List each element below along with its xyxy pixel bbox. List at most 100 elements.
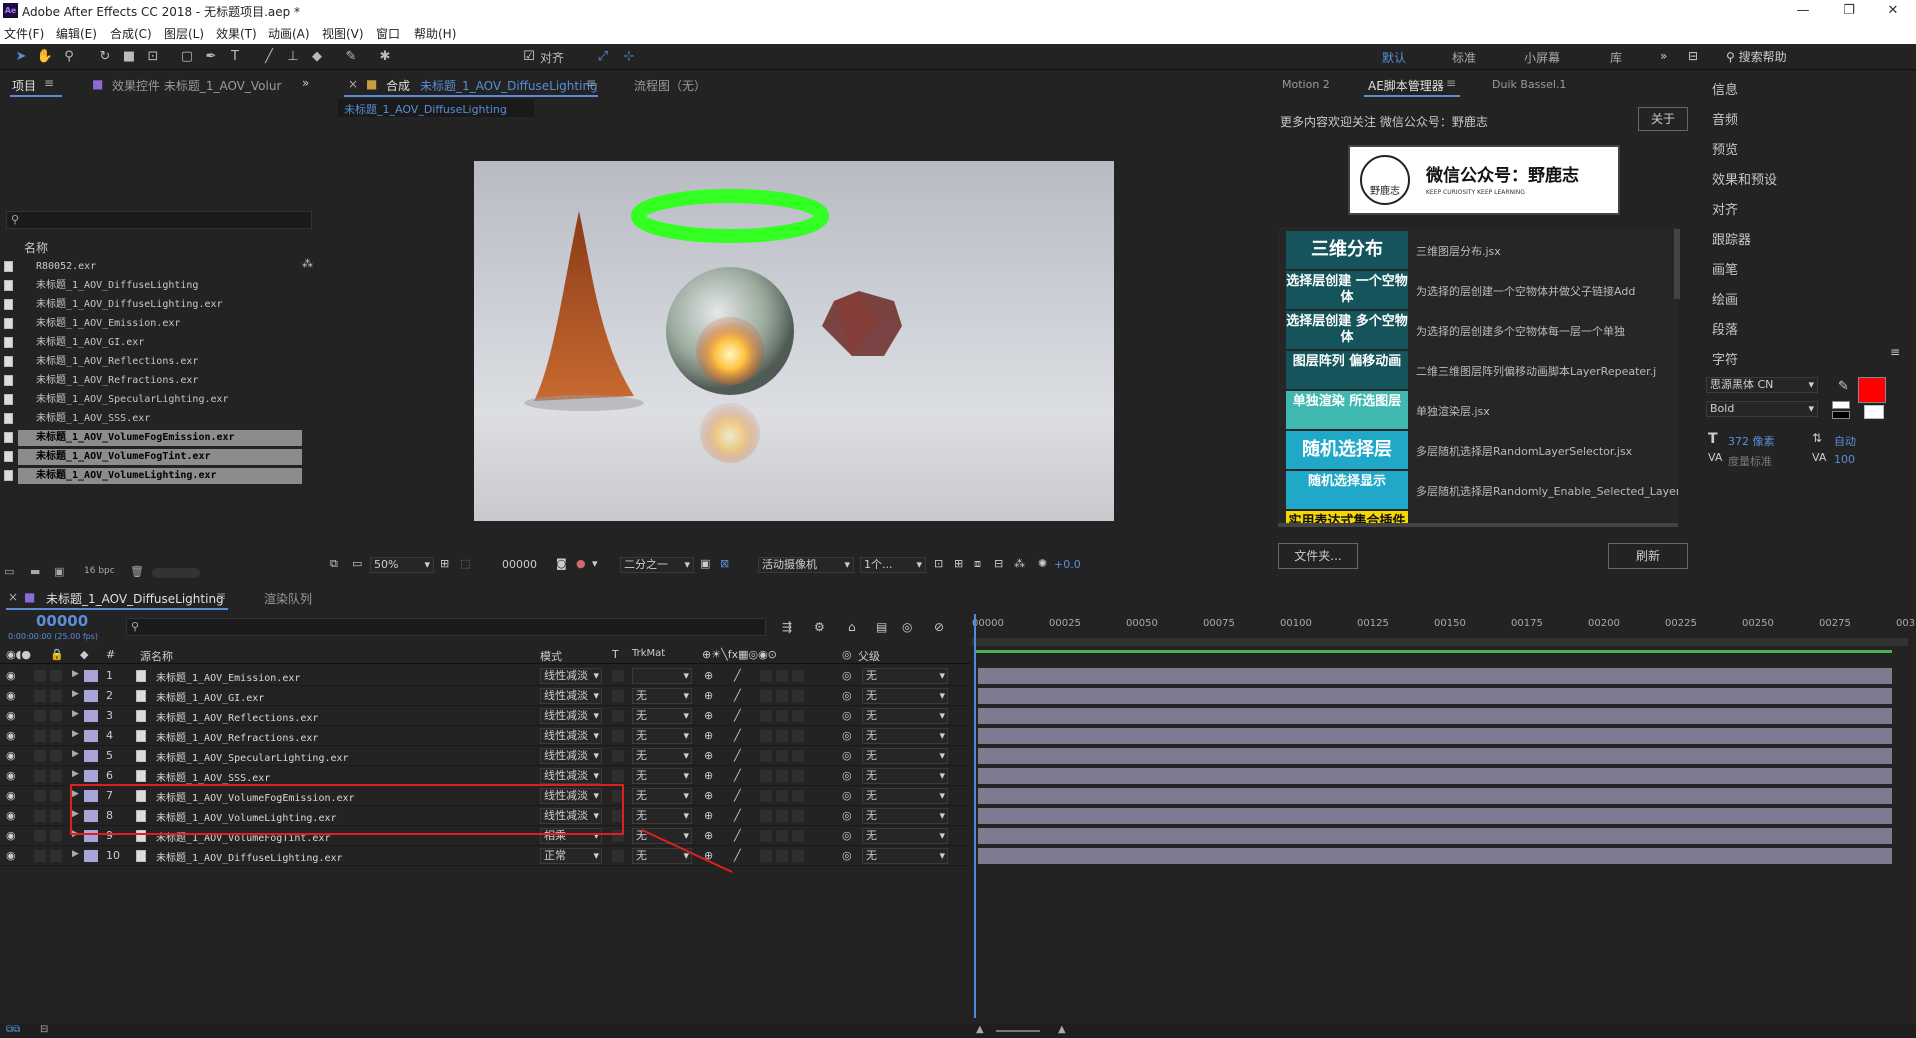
fx-switch[interactable] (760, 710, 772, 722)
blend-mode-dropdown[interactable]: 线性减淡 ▾ (540, 688, 602, 704)
zoom-out-icon[interactable]: ▲ (976, 1024, 984, 1035)
eye-icon[interactable]: ◉ (6, 789, 16, 802)
parent-dropdown[interactable]: 无 ▾ (862, 828, 948, 844)
mode-header[interactable]: 模式 (540, 648, 562, 664)
panel-item[interactable]: 跟踪器 (1712, 229, 1751, 248)
label-color-swatch[interactable] (84, 710, 98, 722)
eyedropper-icon[interactable]: ✎ (1838, 379, 1849, 394)
shy-switch-icon[interactable]: ⊕ (704, 669, 713, 682)
color-channel-icon[interactable]: ● (576, 557, 586, 570)
eraser-tool-icon[interactable]: ◆ (308, 48, 326, 66)
label-color-swatch[interactable] (84, 690, 98, 702)
time-ruler[interactable]: 00000 00025 00050 00075 00100 00125 00150 00175… (972, 612, 1915, 646)
fx-switch[interactable] (760, 770, 772, 782)
preserve-transparency-toggle[interactable] (612, 670, 624, 682)
lock-toggle[interactable] (50, 670, 62, 682)
tab-timeline[interactable]: 未标题_1_AOV_DiffuseLighting (46, 590, 224, 607)
blend-mode-dropdown[interactable]: 线性减淡 ▾ (540, 668, 602, 684)
project-item[interactable]: 未标题_1_AOV_Refractions.exr (4, 373, 302, 389)
lock-toggle[interactable] (50, 830, 62, 842)
views-dropdown[interactable]: 1个... ▾ (860, 557, 926, 573)
fx-switch[interactable] (760, 850, 772, 862)
expand-triangle-icon[interactable]: ▶ (72, 669, 79, 679)
blend-mode-dropdown[interactable]: 线性减淡 ▾ (540, 748, 602, 764)
motion-blur-icon[interactable]: ◎ (902, 620, 912, 634)
project-item[interactable]: 未标题_1_AOV_SpecularLighting.exr (4, 392, 302, 408)
motion-blur-switch[interactable] (776, 710, 788, 722)
project-item[interactable]: 未标题_1_AOV_Emission.exr (4, 316, 302, 332)
label-color-swatch[interactable] (84, 730, 98, 742)
zoom-tool-icon[interactable]: ⚲ (60, 48, 78, 66)
expand-triangle-icon[interactable]: ▶ (72, 689, 79, 699)
panel-item[interactable]: 段落 (1712, 319, 1738, 338)
fx-switch[interactable] (760, 830, 772, 842)
pickwhip-icon[interactable]: ◎ (842, 829, 852, 842)
hand-tool-icon[interactable]: ✋ (36, 48, 54, 66)
eye-icon[interactable]: ◉ (6, 849, 16, 862)
grid-icon[interactable]: ⊞ (440, 557, 449, 570)
layer-name[interactable]: 未标题_1_AOV_Emission.exr (156, 669, 300, 684)
layer-duration-bar[interactable] (978, 768, 1892, 784)
pan-behind-tool-icon[interactable]: ⊡ (144, 48, 162, 66)
label-color-swatch[interactable] (84, 750, 98, 762)
motion-blur-switch[interactable] (776, 670, 788, 682)
roi-icon[interactable]: ▣ (700, 557, 710, 570)
trkmat-dropdown[interactable]: 无 ▾ (632, 728, 692, 744)
quality-switch-icon[interactable]: ╱ (734, 729, 741, 742)
thumbnail-slider[interactable] (152, 568, 200, 578)
parent-dropdown[interactable]: 无 ▾ (862, 788, 948, 804)
lock-toggle[interactable] (50, 710, 62, 722)
tab-project[interactable]: 项目 (12, 77, 36, 94)
camera-dropdown[interactable]: 活动摄像机 ▾ (758, 557, 854, 573)
lock-toggle[interactable] (50, 750, 62, 762)
3d-switch[interactable] (792, 810, 804, 822)
layer-duration-bar[interactable] (978, 748, 1892, 764)
layer-name[interactable]: 未标题_1_AOV_DiffuseLighting.exr (156, 849, 343, 864)
zoom-dropdown[interactable]: 50% ▾ (370, 557, 434, 573)
menu-animation[interactable]: 动画(A) (268, 25, 310, 42)
toggle-pixel-icon[interactable]: ⊡ (934, 557, 943, 570)
close-icon[interactable]: ✕ (1870, 0, 1916, 22)
panel-item[interactable]: 效果和预设 (1712, 169, 1777, 188)
timeline-search-input[interactable]: ⚲ (126, 618, 766, 636)
quality-switch-icon[interactable]: ╱ (734, 749, 741, 762)
preserve-transparency-toggle[interactable] (612, 850, 624, 862)
motion-blur-switch[interactable] (776, 750, 788, 762)
menu-layer[interactable]: 图层(L) (164, 25, 204, 42)
eye-icon[interactable]: ◉ (6, 709, 16, 722)
menu-edit[interactable]: 编辑(E) (56, 25, 97, 42)
quality-switch-icon[interactable]: ╱ (734, 709, 741, 722)
pickwhip-icon[interactable]: ◎ (842, 749, 852, 762)
preserve-transparency-toggle[interactable] (612, 770, 624, 782)
comp-menu-icon[interactable]: ≡ (586, 76, 596, 90)
snap-option-icon[interactable]: ⤢ (594, 48, 612, 66)
motion-blur-switch[interactable] (776, 730, 788, 742)
lock-toggle[interactable] (50, 810, 62, 822)
quality-switch-icon[interactable]: ╱ (734, 689, 741, 702)
shy-switch-icon[interactable]: ⊕ (704, 789, 713, 802)
script-button[interactable]: 单独渲染 所选图层 (1286, 391, 1408, 429)
motion-blur-switch[interactable] (776, 790, 788, 802)
menu-composition[interactable]: 合成(C) (110, 25, 152, 42)
graph-editor-icon[interactable]: ⊘ (934, 620, 944, 634)
script-button[interactable]: 选择层创建 多个空物体 (1286, 311, 1408, 349)
rotate-tool-icon[interactable]: ↻ (96, 48, 114, 66)
eye-icon[interactable]: ◉ (6, 729, 16, 742)
shy-switch-icon[interactable]: ⊕ (704, 769, 713, 782)
comp-subtab[interactable]: 未标题_1_AOV_DiffuseLighting (338, 99, 534, 117)
3d-switch[interactable] (792, 690, 804, 702)
layer-duration-bar[interactable] (978, 828, 1892, 844)
interpret-footage-icon[interactable]: ▭ (4, 565, 14, 578)
script-button[interactable]: 实用表达式集合插件 (1286, 511, 1408, 523)
layer-row[interactable]: ◉ ▶ 3 未标题_1_AOV_Reflections.exr 线性减淡 ▾ 无 ▾ ⊕ ╱ ◎ 无 ▾ (0, 706, 970, 726)
blend-mode-dropdown[interactable]: 正常 ▾ (540, 848, 602, 864)
tab-flowchart[interactable]: 流程图（无） (634, 77, 706, 94)
font-size-value[interactable]: 372 像素 (1728, 433, 1775, 449)
trkmat-dropdown[interactable]: ▾ (632, 668, 692, 684)
tab-duik[interactable]: Duik Bassel.1 (1492, 78, 1566, 91)
workspace-library[interactable]: 库 (1610, 49, 1622, 66)
minimize-icon[interactable]: — (1780, 0, 1826, 22)
quality-switch-icon[interactable]: ╱ (734, 789, 741, 802)
project-item[interactable]: 未标题_1_AOV_SSS.exr (4, 411, 302, 427)
snap-target-icon[interactable]: ⊹ (620, 48, 638, 66)
